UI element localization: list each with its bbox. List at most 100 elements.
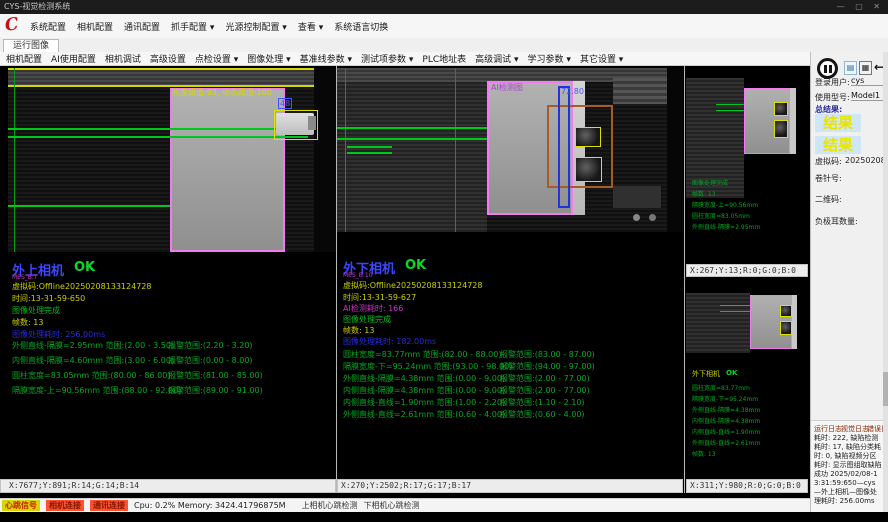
mini-readout-line: 内侧直线-直线=1.90mm	[692, 427, 760, 436]
ai-overlay-label: AI检测图	[491, 82, 523, 93]
result-badge-1: 结果	[815, 114, 861, 132]
measurement-value: 外侧直线-隔膜=2.95mm 范围:(2.00 - 3.50)	[12, 340, 174, 351]
yellow-tab-box	[774, 120, 788, 138]
negative-tab-count-label: 负极耳数量:	[815, 216, 858, 227]
log-text: 耗时: 222, 缺陷检测耗时: 17, 缺陷分类耗时: 0, 缺陷视频分区耗时…	[814, 434, 882, 506]
app-window: CYS-视觉检测系统 — ▢ ✕ C 系统配置 相机配置 通讯配置 抓手配置 ▾…	[0, 0, 888, 522]
film-edge-column	[790, 88, 796, 154]
alarm-range: 报警范围:(1.10 - 2.10)	[500, 397, 585, 408]
tool-camera-config[interactable]: 相机配置	[6, 52, 42, 65]
elapsed-line: 图像处理耗时: 182.00ms	[343, 336, 436, 347]
middle-camera-readout: 外下相机 OK MES_B:10 虚拟码:Offline202502081331…	[337, 232, 683, 478]
grid-view-icon: ▦	[862, 63, 870, 72]
app-logo-icon: C	[4, 14, 20, 36]
tool-baseline-params[interactable]: 基准线参数 ▾	[300, 52, 352, 65]
small-camera-view-2[interactable]: 外下相机 OK 圆柱宽度=83.77mm 隔膜宽度-下=95.24mm 外侧直线…	[686, 279, 808, 477]
tab-strip: 运行图像	[0, 38, 888, 53]
pause-icon	[824, 65, 827, 73]
alarm-range: 报警范围:(0.00 - 8.00)	[168, 355, 253, 366]
menu-system-config[interactable]: 系统配置	[30, 20, 66, 33]
panel-divider	[684, 66, 685, 493]
menu-gripper-config[interactable]: 抓手配置 ▾	[171, 20, 214, 33]
barcode-line: 虚拟码:Offline20250208133124728	[343, 280, 482, 291]
heartbeat-badge: 心跳信号	[2, 500, 40, 511]
mini-readout-line: 外侧直线-隔膜=4.38mm	[692, 405, 760, 414]
lower-camera-heartbeat[interactable]: 下相机心跳检测	[364, 500, 420, 511]
green-vertical-line	[345, 68, 346, 232]
tool-ai-config[interactable]: AI使用配置	[51, 52, 96, 65]
tool-learning-params[interactable]: 学习参数 ▾	[528, 52, 571, 65]
yellow-tab-box	[780, 305, 792, 317]
log-tab-vision[interactable]: 视觉日志	[841, 424, 869, 434]
layout-toggle-button[interactable]: ▤	[844, 61, 857, 75]
tool-advanced-settings[interactable]: 高级设置	[150, 52, 186, 65]
view-mode-button[interactable]: ▦	[859, 61, 872, 75]
cpu-memory-text: Cpu: 0.2% Memory: 3424.41796875M	[134, 501, 286, 510]
menu-language-switch[interactable]: 系统语言切换	[334, 20, 388, 33]
comm-connect-badge: 通讯连接	[90, 500, 128, 511]
mini-readout-line: 外侧直线-隔膜=2.95mm	[692, 222, 760, 231]
tool-test-params[interactable]: 测试项参数 ▾	[361, 52, 413, 65]
menu-light-config[interactable]: 光源控制配置 ▾	[225, 20, 286, 33]
tool-camera-debug[interactable]: 相机调试	[105, 52, 141, 65]
pin-number-label: 卷针号:	[815, 173, 842, 184]
maximize-button[interactable]: ▢	[855, 2, 867, 11]
tool-other-settings[interactable]: 其它设置 ▾	[580, 52, 623, 65]
minimize-button[interactable]: —	[837, 2, 849, 11]
machine-stripe-band	[337, 68, 487, 232]
green-measure-line	[8, 205, 170, 207]
dark-region	[667, 68, 683, 232]
machine-top-band	[8, 68, 336, 85]
menu-comm-config[interactable]: 通讯配置	[124, 20, 160, 33]
measurement-value: 隔膜宽度-下=95.24mm 范围:(93.00 - 98.00)	[343, 361, 512, 372]
log-tab-run[interactable]: 运行日志	[814, 424, 842, 434]
upper-camera-heartbeat[interactable]: 上相机心跳检测	[302, 500, 358, 511]
alarm-range: 报警范围:(89.00 - 91.00)	[168, 385, 263, 396]
yellow-tab-box	[780, 321, 792, 335]
frame-count-line: 帧数: 13	[12, 317, 43, 328]
tool-advanced-debug[interactable]: 高级调试 ▾	[475, 52, 518, 65]
middle-camera-image[interactable]: AI检测图 72.80	[337, 68, 683, 232]
status-bar: 心跳信号 相机连接 通讯连接 Cpu: 0.2% Memory: 3424.41…	[0, 498, 810, 512]
measurement-value: 外侧直线-直线=2.61mm 范围:(0.60 - 4.00)	[343, 409, 505, 420]
frame-count-line: 帧数: 13	[343, 325, 374, 336]
small-camera-view-1[interactable]: 图像处理完成 帧数: 13 隔膜宽度-上=90.56mm 圆柱宽度=83.05m…	[686, 68, 808, 264]
mini-readout-line: 外侧直线-直线=2.61mm	[692, 438, 760, 447]
pause-button[interactable]	[817, 58, 838, 79]
measurement-value: 圆柱宽度=83.05mm 范围:(80.00 - 86.00)	[12, 370, 170, 381]
left-camera-image[interactable]: 灰度阈值:93, 动态阈值:100 48	[8, 68, 336, 252]
scrollbar-thumb[interactable]	[883, 372, 888, 406]
alarm-range: 报警范围:(83.00 - 87.00)	[500, 349, 595, 360]
mini-readout-line: 帧数: 13	[692, 189, 716, 198]
coords-strip: X:270;Y:2502;R:17;G:17;B:17	[337, 479, 683, 493]
bottom-strip	[0, 512, 888, 522]
coords-strip: X:7677;Y:891;R:14;G:14;B:14	[0, 479, 336, 493]
tool-image-processing[interactable]: 图像处理 ▾	[247, 52, 290, 65]
coords-strip: X:311;Y:980;R:0;G:0;B:0	[686, 479, 808, 493]
barcode-line: 虚拟码:Offline20250208133124728	[12, 281, 151, 292]
virtual-code-value: 20250208	[845, 156, 886, 165]
mes-label: MES_B:10	[343, 272, 373, 279]
sidebar-scrollbar[interactable]	[883, 52, 888, 512]
log-panel: 运行日志 视觉日志 错误日志 耗时: 222, 缺陷检测耗时: 17, 缺陷分类…	[811, 420, 888, 513]
threshold-overlay-label: 灰度阈值:93, 动态阈值:100	[172, 87, 272, 98]
title-bar: CYS-视觉检测系统 — ▢ ✕	[0, 0, 888, 14]
left-camera-readout: 外上相机 OK MES_B:T 虚拟码:Offline2025020813312…	[8, 252, 336, 478]
mini-readout-line: 隔膜宽度-下=95.24mm	[692, 394, 758, 403]
tool-spot-check[interactable]: 点检设置 ▾	[195, 52, 238, 65]
grid-layout-icon: ▤	[847, 63, 855, 72]
connector-tip	[308, 116, 316, 130]
process-done-line: 图像处理完成	[343, 314, 391, 325]
menu-view[interactable]: 查看 ▾	[298, 20, 323, 33]
yellow-tab-box	[575, 127, 601, 147]
tool-plc-address[interactable]: PLC地址表	[422, 52, 466, 65]
mini-readout-line: 圆柱宽度=83.77mm	[692, 383, 750, 392]
virtual-code-label: 虚拟码:	[815, 156, 842, 167]
alarm-range: 报警范围:(81.00 - 85.00)	[168, 370, 263, 381]
yellow-tab-box	[774, 102, 788, 116]
tab-run-image[interactable]: 运行图像	[3, 39, 59, 52]
close-button[interactable]: ✕	[873, 2, 884, 11]
mini-camera-label: 外下相机	[692, 369, 720, 379]
menu-camera-config[interactable]: 相机配置	[77, 20, 113, 33]
coords-strip: X:267;Y:13;R:0;G:0;B:0	[686, 264, 808, 277]
